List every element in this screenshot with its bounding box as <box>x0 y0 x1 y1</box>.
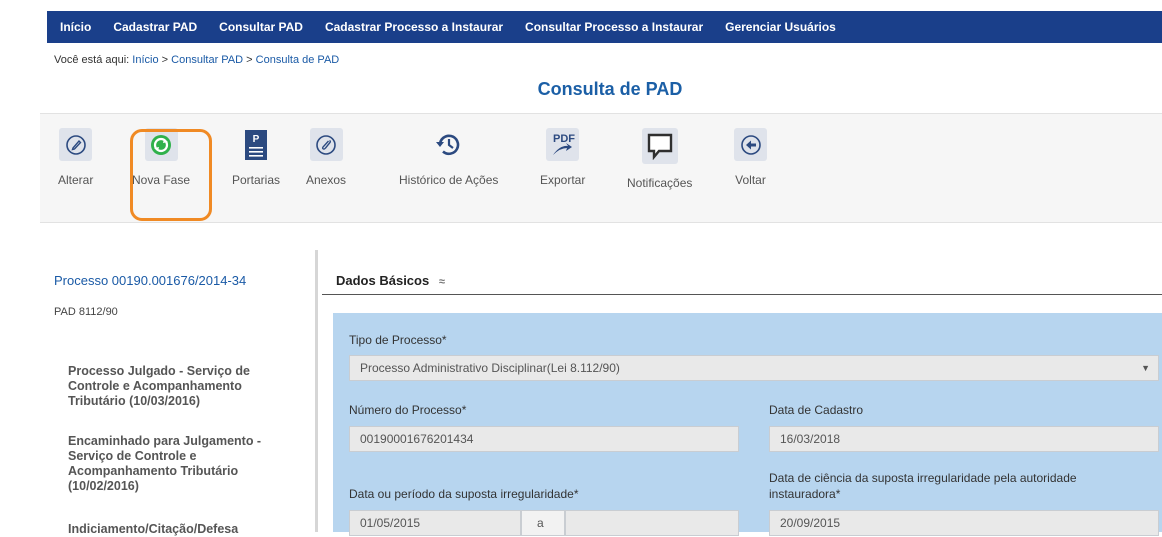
top-navigation-bar: Início Cadastrar PAD Consultar PAD Cadas… <box>47 11 1162 43</box>
top-navigation: Início Cadastrar PAD Consultar PAD Cadas… <box>0 0 1162 43</box>
document-icon: P <box>240 128 273 161</box>
data-ciencia-label: Data de ciência da suposta irregularidad… <box>769 470 1077 502</box>
numero-processo-label: Número do Processo* <box>349 403 467 417</box>
breadcrumb-prefix: Você está aqui: <box>54 54 130 66</box>
phase-item[interactable]: Encaminhado para Julgamento - Serviço de… <box>68 434 298 494</box>
nav-consultar-processo[interactable]: Consultar Processo a Instaurar <box>525 20 703 34</box>
numero-processo-field[interactable]: 00190001676201434 <box>349 426 739 452</box>
data-ciencia-label-line1: Data de ciência da suposta irregularidad… <box>769 471 1077 485</box>
history-icon <box>432 128 465 161</box>
periodo-separator: a <box>521 510 565 536</box>
nav-inicio[interactable]: Início <box>60 20 91 34</box>
notificacoes-button[interactable]: Notificações <box>627 128 692 190</box>
alterar-button[interactable]: Alterar <box>58 128 93 187</box>
phase-item[interactable]: Indiciamento/Citação/Defesa <box>68 522 298 537</box>
phase-item[interactable]: Processo Julgado - Serviço de Controle e… <box>68 364 298 409</box>
breadcrumb-consultar[interactable]: Consultar PAD <box>171 54 243 66</box>
tipo-processo-label: Tipo de Processo* <box>349 333 447 347</box>
data-ciencia-label-line2: instauradora* <box>769 487 841 501</box>
periodo-fim-field[interactable] <box>565 510 739 536</box>
breadcrumb-separator: > <box>161 54 169 66</box>
portarias-label: Portarias <box>232 173 281 187</box>
exportar-label: Exportar <box>540 173 586 187</box>
nav-cadastrar-processo[interactable]: Cadastrar Processo a Instaurar <box>325 20 503 34</box>
alterar-label: Alterar <box>58 173 94 187</box>
tipo-processo-select[interactable]: Processo Administrativo Disciplinar(Lei … <box>349 355 1159 381</box>
dados-basicos-form: Tipo de Processo* Processo Administrativ… <box>333 313 1162 536</box>
notification-icon <box>641 128 678 164</box>
voltar-label: Voltar <box>735 173 766 187</box>
anexos-button[interactable]: Anexos <box>306 128 346 187</box>
nav-cadastrar-pad[interactable]: Cadastrar PAD <box>113 20 197 34</box>
periodo-label: Data ou período da suposta irregularidad… <box>349 487 579 501</box>
back-icon <box>734 128 767 161</box>
breadcrumb-current[interactable]: Consulta de PAD <box>256 54 340 66</box>
voltar-button[interactable]: Voltar <box>734 128 767 187</box>
attachment-icon <box>309 128 343 161</box>
pdf-icon: PDF <box>546 128 580 161</box>
breadcrumb: Você está aqui: Início > Consultar PAD >… <box>54 54 339 66</box>
periodo-inicio-field[interactable]: 01/05/2015 <box>349 510 521 536</box>
nova-fase-highlight <box>130 129 212 221</box>
svg-text:PDF: PDF <box>553 133 575 145</box>
nav-gerenciar-usuarios[interactable]: Gerenciar Usuários <box>725 20 836 34</box>
sidebar-process-type: PAD 8112/90 <box>54 306 118 318</box>
dados-basicos-title: Dados Básicos <box>336 273 430 288</box>
section-underline <box>322 294 1162 295</box>
exportar-button[interactable]: PDF Exportar <box>540 128 585 187</box>
sidebar-process-title[interactable]: Processo 00190.001676/2014-34 <box>54 273 246 288</box>
svg-text:P: P <box>253 134 260 145</box>
data-ciencia-field[interactable]: 20/09/2015 <box>769 510 1159 536</box>
page-title: Consulta de PAD <box>537 79 683 99</box>
data-cadastro-field[interactable]: 16/03/2018 <box>769 426 1159 452</box>
edit-icon <box>59 128 93 161</box>
dados-basicos-header[interactable]: Dados Básicos ≈ <box>336 273 445 288</box>
data-cadastro-label: Data de Cadastro <box>769 403 864 417</box>
breadcrumb-separator: > <box>246 54 253 66</box>
breadcrumb-home[interactable]: Início <box>132 54 158 66</box>
chevron-down-icon: ▼ <box>1141 363 1150 373</box>
anexos-label: Anexos <box>306 173 347 187</box>
notificacoes-label: Notificações <box>627 176 693 190</box>
tipo-processo-value: Processo Administrativo Disciplinar(Lei … <box>360 361 620 375</box>
historico-label: Histórico de Ações <box>399 173 499 187</box>
historico-button[interactable]: Histórico de Ações <box>399 128 498 187</box>
collapse-icon[interactable]: ≈ <box>439 276 445 288</box>
portarias-button[interactable]: P Portarias <box>232 128 280 187</box>
nav-consultar-pad[interactable]: Consultar PAD <box>219 20 303 34</box>
vertical-divider <box>315 250 318 532</box>
